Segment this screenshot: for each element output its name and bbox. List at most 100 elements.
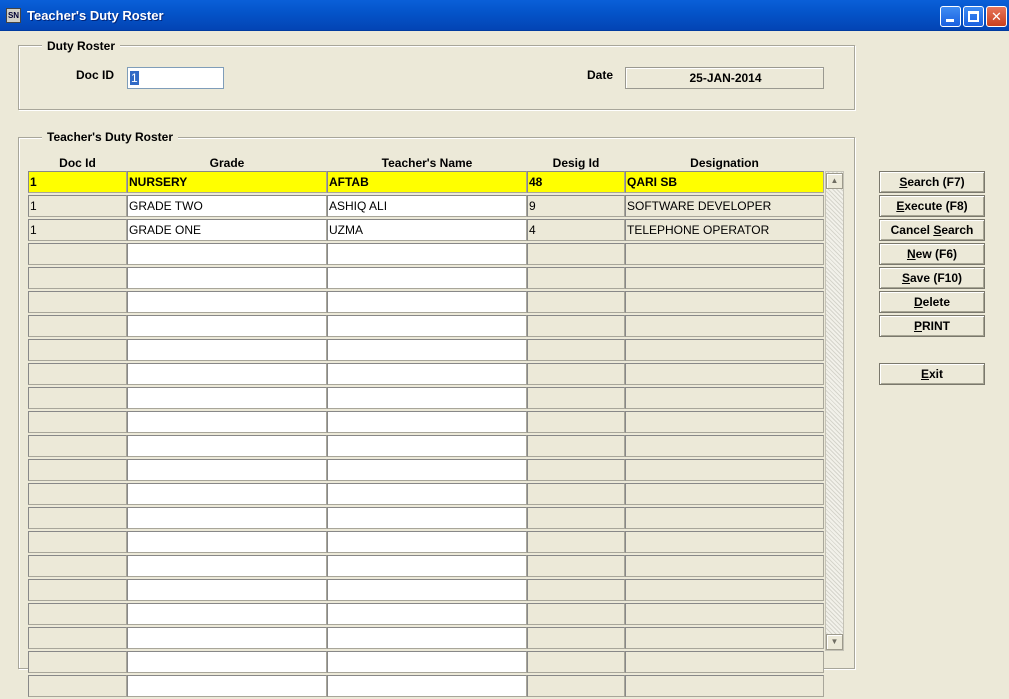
cell-doc-id[interactable] [28, 291, 127, 313]
cell-teacher-name[interactable] [327, 555, 527, 577]
table-row[interactable] [28, 531, 824, 555]
cell-teacher-name[interactable] [327, 363, 527, 385]
cell-desig-id[interactable] [527, 459, 625, 481]
cell-desig-id[interactable] [527, 387, 625, 409]
table-row[interactable]: 1 GRADE TWO ASHIQ ALI 9 SOFTWARE DEVELOPER [28, 195, 824, 219]
cell-teacher-name[interactable] [327, 411, 527, 433]
cancel-search-button[interactable]: Cancel Search [879, 219, 985, 241]
cell-grade[interactable] [127, 555, 327, 577]
table-row[interactable] [28, 483, 824, 507]
cell-grade[interactable] [127, 603, 327, 625]
cell-designation[interactable] [625, 339, 824, 361]
cell-designation[interactable]: SOFTWARE DEVELOPER [625, 195, 824, 217]
cell-desig-id[interactable] [527, 483, 625, 505]
doc-id-input[interactable]: 1 [127, 67, 224, 89]
cell-doc-id[interactable] [28, 315, 127, 337]
cell-doc-id[interactable] [28, 387, 127, 409]
cell-doc-id[interactable] [28, 459, 127, 481]
cell-designation[interactable] [625, 675, 824, 697]
cell-grade[interactable] [127, 339, 327, 361]
cell-teacher-name[interactable] [327, 627, 527, 649]
cell-doc-id[interactable] [28, 507, 127, 529]
table-row[interactable] [28, 675, 824, 699]
cell-designation[interactable] [625, 579, 824, 601]
search-button[interactable]: Search (F7) [879, 171, 985, 193]
cell-grade[interactable] [127, 651, 327, 673]
print-button[interactable]: PRINT [879, 315, 985, 337]
cell-desig-id[interactable] [527, 603, 625, 625]
cell-grade[interactable]: NURSERY [127, 171, 327, 193]
cell-teacher-name[interactable] [327, 603, 527, 625]
cell-designation[interactable] [625, 291, 824, 313]
table-row[interactable] [28, 507, 824, 531]
table-row[interactable] [28, 651, 824, 675]
cell-desig-id[interactable] [527, 243, 625, 265]
cell-grade[interactable]: GRADE TWO [127, 195, 327, 217]
cell-desig-id[interactable] [527, 675, 625, 697]
cell-doc-id[interactable]: 1 [28, 171, 127, 193]
cell-desig-id[interactable] [527, 579, 625, 601]
cell-grade[interactable] [127, 507, 327, 529]
table-row[interactable] [28, 435, 824, 459]
cell-grade[interactable] [127, 675, 327, 697]
cell-designation[interactable] [625, 651, 824, 673]
cell-desig-id[interactable] [527, 339, 625, 361]
cell-teacher-name[interactable] [327, 459, 527, 481]
minimize-button[interactable] [940, 6, 961, 27]
cell-doc-id[interactable] [28, 675, 127, 697]
cell-doc-id[interactable] [28, 339, 127, 361]
grid-scrollbar[interactable]: ▲ ▼ [825, 171, 844, 651]
cell-desig-id[interactable]: 9 [527, 195, 625, 217]
cell-designation[interactable] [625, 387, 824, 409]
cell-desig-id[interactable]: 4 [527, 219, 625, 241]
table-row[interactable] [28, 459, 824, 483]
cell-doc-id[interactable]: 1 [28, 219, 127, 241]
table-row[interactable] [28, 603, 824, 627]
exit-button[interactable]: Exit [879, 363, 985, 385]
table-row[interactable] [28, 291, 824, 315]
cell-desig-id[interactable] [527, 555, 625, 577]
cell-desig-id[interactable] [527, 291, 625, 313]
cell-teacher-name[interactable] [327, 339, 527, 361]
cell-designation[interactable] [625, 627, 824, 649]
cell-designation[interactable] [625, 483, 824, 505]
cell-designation[interactable] [625, 411, 824, 433]
cell-desig-id[interactable]: 48 [527, 171, 625, 193]
cell-teacher-name[interactable] [327, 531, 527, 553]
cell-grade[interactable] [127, 411, 327, 433]
cell-desig-id[interactable] [527, 531, 625, 553]
cell-grade[interactable] [127, 459, 327, 481]
cell-desig-id[interactable] [527, 435, 625, 457]
table-row[interactable] [28, 267, 824, 291]
cell-doc-id[interactable] [28, 435, 127, 457]
cell-teacher-name[interactable]: ASHIQ ALI [327, 195, 527, 217]
cell-designation[interactable] [625, 507, 824, 529]
cell-designation[interactable] [625, 555, 824, 577]
cell-teacher-name[interactable] [327, 267, 527, 289]
cell-doc-id[interactable] [28, 243, 127, 265]
cell-designation[interactable] [625, 603, 824, 625]
table-row[interactable] [28, 579, 824, 603]
cell-teacher-name[interactable]: UZMA [327, 219, 527, 241]
table-row[interactable]: 1 GRADE ONE UZMA 4 TELEPHONE OPERATOR [28, 219, 824, 243]
new-button[interactable]: New (F6) [879, 243, 985, 265]
cell-grade[interactable] [127, 627, 327, 649]
cell-grade[interactable] [127, 315, 327, 337]
cell-doc-id[interactable] [28, 363, 127, 385]
cell-designation[interactable] [625, 363, 824, 385]
execute-button[interactable]: Execute (F8) [879, 195, 985, 217]
cell-doc-id[interactable]: 1 [28, 195, 127, 217]
table-row[interactable] [28, 363, 824, 387]
cell-doc-id[interactable] [28, 267, 127, 289]
cell-designation[interactable]: TELEPHONE OPERATOR [625, 219, 824, 241]
table-row[interactable] [28, 315, 824, 339]
cell-teacher-name[interactable] [327, 483, 527, 505]
cell-doc-id[interactable] [28, 483, 127, 505]
cell-grade[interactable] [127, 387, 327, 409]
cell-doc-id[interactable] [28, 603, 127, 625]
table-row[interactable] [28, 555, 824, 579]
cell-grade[interactable] [127, 267, 327, 289]
cell-desig-id[interactable] [527, 267, 625, 289]
cell-teacher-name[interactable] [327, 435, 527, 457]
cell-teacher-name[interactable] [327, 291, 527, 313]
